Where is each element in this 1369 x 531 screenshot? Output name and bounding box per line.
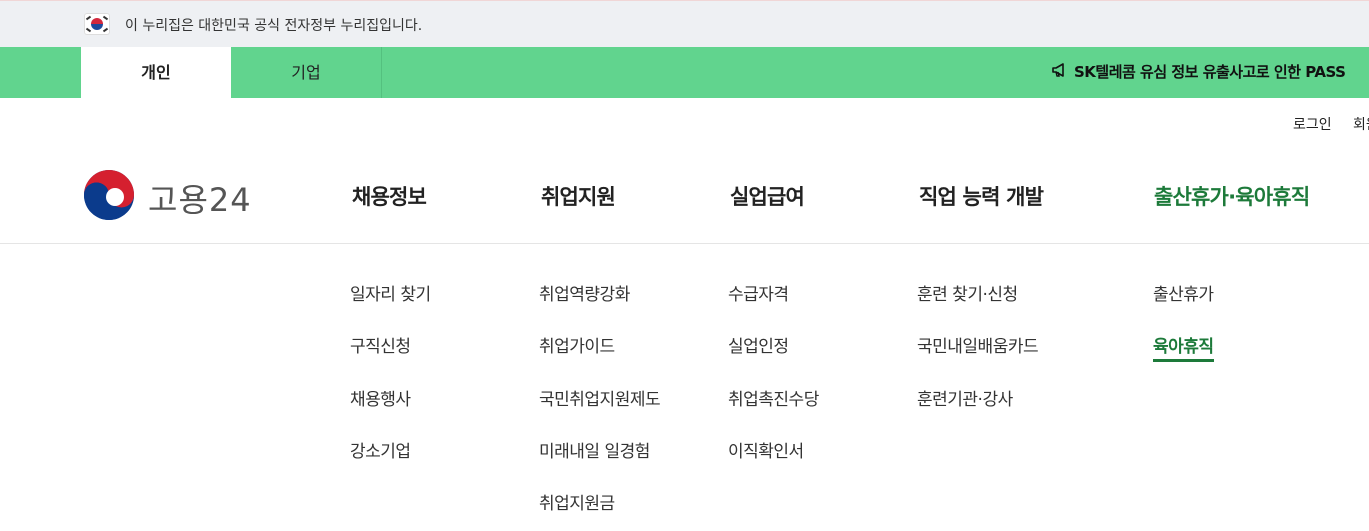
submenu-item[interactable]: 훈련기관·강사: [917, 385, 1013, 410]
gnb-employment-support[interactable]: 취업지원: [541, 181, 616, 211]
submenu-item[interactable]: 채용행사: [350, 385, 411, 410]
submenu-item[interactable]: 출산휴가: [1153, 280, 1214, 305]
megaphone-icon: [1052, 48, 1068, 99]
gnb-unemployment-benefit[interactable]: 실업급여: [730, 181, 805, 211]
submenu-item-active[interactable]: 육아휴직: [1153, 332, 1214, 362]
submenu-item[interactable]: 훈련 찾기·신청: [917, 280, 1018, 305]
gov-banner: 이 누리집은 대한민국 공식 전자정부 누리집입니다.: [0, 0, 1369, 47]
submenu-item[interactable]: 이직확인서: [728, 437, 804, 462]
submenu-item[interactable]: 미래내일 일경험: [539, 437, 650, 462]
submenu-item[interactable]: 국민내일배움카드: [917, 332, 1039, 357]
gnb-recruit[interactable]: 채용정보: [352, 181, 427, 211]
gnb-maternity-parental-leave[interactable]: 출산휴가·육아휴직: [1154, 181, 1310, 211]
submenu-item[interactable]: 수급자격: [728, 280, 789, 305]
submenu-item[interactable]: 취업촉진수당: [728, 385, 819, 410]
notice-ticker[interactable]: SK텔레콤 유심 정보 유출사고로 인한 PASS: [1052, 47, 1346, 99]
notice-text: SK텔레콤 유심 정보 유출사고로 인한 PASS: [1074, 63, 1346, 81]
submenu-item[interactable]: 취업지원금: [539, 489, 615, 514]
join-link[interactable]: 회원가입: [1353, 114, 1369, 134]
gnb-vocational-training[interactable]: 직업 능력 개발: [919, 181, 1044, 211]
submenu-item[interactable]: 취업가이드: [539, 332, 615, 357]
submenu-item[interactable]: 강소기업: [350, 437, 411, 462]
tab-personal[interactable]: 개인: [81, 47, 231, 98]
site-logo-text[interactable]: 고용24: [148, 175, 252, 221]
submenu-item[interactable]: 일자리 찾기: [350, 280, 431, 305]
gnb-divider: [0, 243, 1369, 244]
tab-corporate[interactable]: 기업: [231, 47, 382, 98]
korea-flag-icon: [84, 13, 110, 35]
submenu-item[interactable]: 실업인정: [728, 332, 789, 357]
submenu-item[interactable]: 국민취업지원제도: [539, 385, 661, 410]
submenu-item[interactable]: 구직신청: [350, 332, 411, 357]
gov-banner-text: 이 누리집은 대한민국 공식 전자정부 누리집입니다.: [125, 18, 423, 34]
submenu-item[interactable]: 취업역량강화: [539, 280, 630, 305]
login-link[interactable]: 로그인: [1293, 114, 1332, 134]
government-emblem-icon[interactable]: [82, 168, 136, 222]
audience-tabbar: 개인 기업 SK텔레콤 유심 정보 유출사고로 인한 PASS: [0, 47, 1369, 98]
